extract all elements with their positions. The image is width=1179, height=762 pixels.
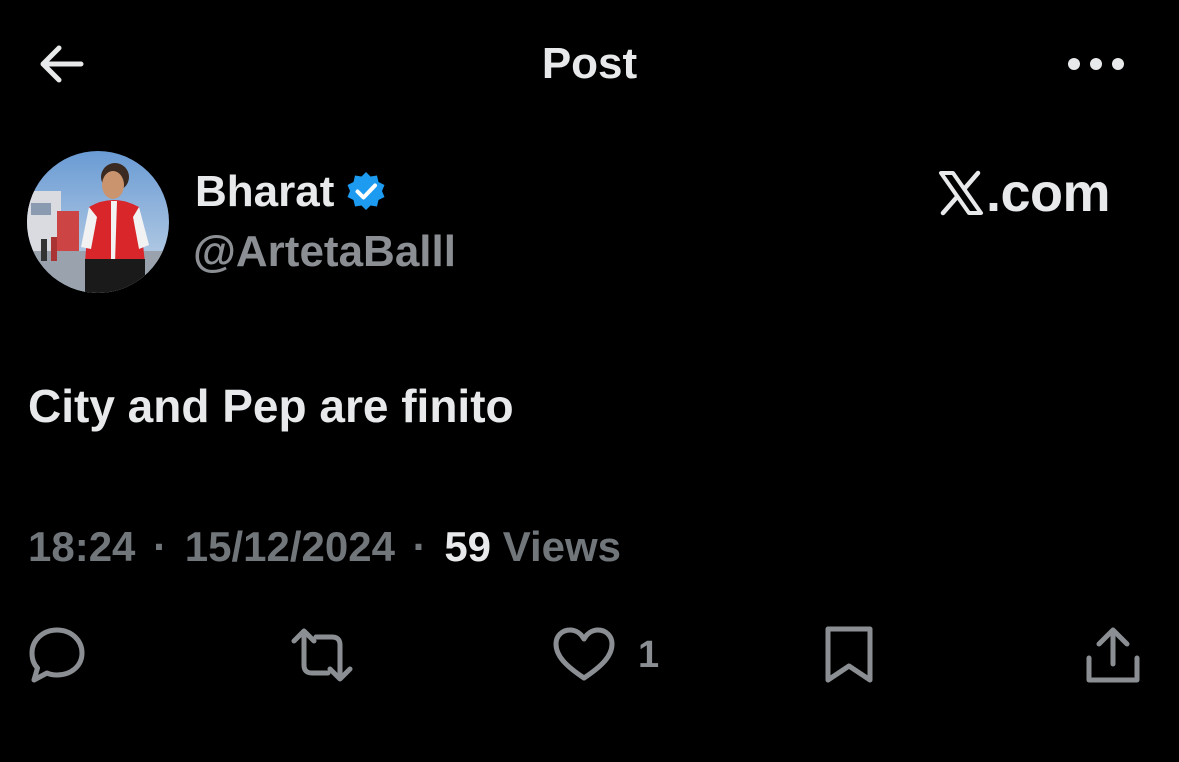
meta-separator: ·: [153, 523, 168, 570]
heart-icon: [553, 627, 615, 681]
author-name-row: Bharat: [195, 164, 388, 220]
share-button[interactable]: [1084, 620, 1142, 690]
avatar[interactable]: [27, 151, 169, 293]
brand-text: .com: [986, 163, 1111, 223]
repost-button[interactable]: [288, 620, 356, 690]
views-count[interactable]: 59: [444, 523, 491, 570]
brand-watermark: .com: [938, 163, 1111, 223]
x-logo-icon: [938, 170, 984, 216]
author-name[interactable]: Bharat: [195, 164, 334, 220]
share-icon: [1086, 627, 1140, 683]
action-bar: 1: [0, 610, 1179, 700]
more-horizontal-icon: [1068, 58, 1124, 70]
like-button[interactable]: 1: [552, 620, 659, 690]
post-meta: 18:24 · 15/12/2024 · 59 Views: [28, 519, 621, 575]
views-label[interactable]: Views: [503, 523, 621, 570]
post-text: City and Pep are finito: [28, 380, 514, 432]
back-button[interactable]: [30, 38, 90, 90]
reply-button[interactable]: [26, 620, 88, 690]
page-title: Post: [541, 39, 638, 88]
bookmark-icon: [825, 626, 873, 683]
bookmark-button[interactable]: [822, 620, 876, 690]
top-bar: Post: [0, 0, 1179, 128]
verified-badge-icon[interactable]: [344, 170, 388, 214]
avatar-photo: [27, 151, 169, 293]
reply-icon: [29, 627, 85, 683]
post-date[interactable]: 15/12/2024: [185, 523, 395, 570]
post-time[interactable]: 18:24: [28, 523, 135, 570]
more-options-button[interactable]: [1056, 40, 1136, 88]
arrow-left-icon: [40, 45, 84, 83]
like-count: 1: [638, 634, 660, 676]
repost-icon: [291, 628, 353, 682]
meta-separator-2: ·: [412, 523, 427, 570]
author-handle[interactable]: @ArtetaBalll: [193, 224, 456, 280]
